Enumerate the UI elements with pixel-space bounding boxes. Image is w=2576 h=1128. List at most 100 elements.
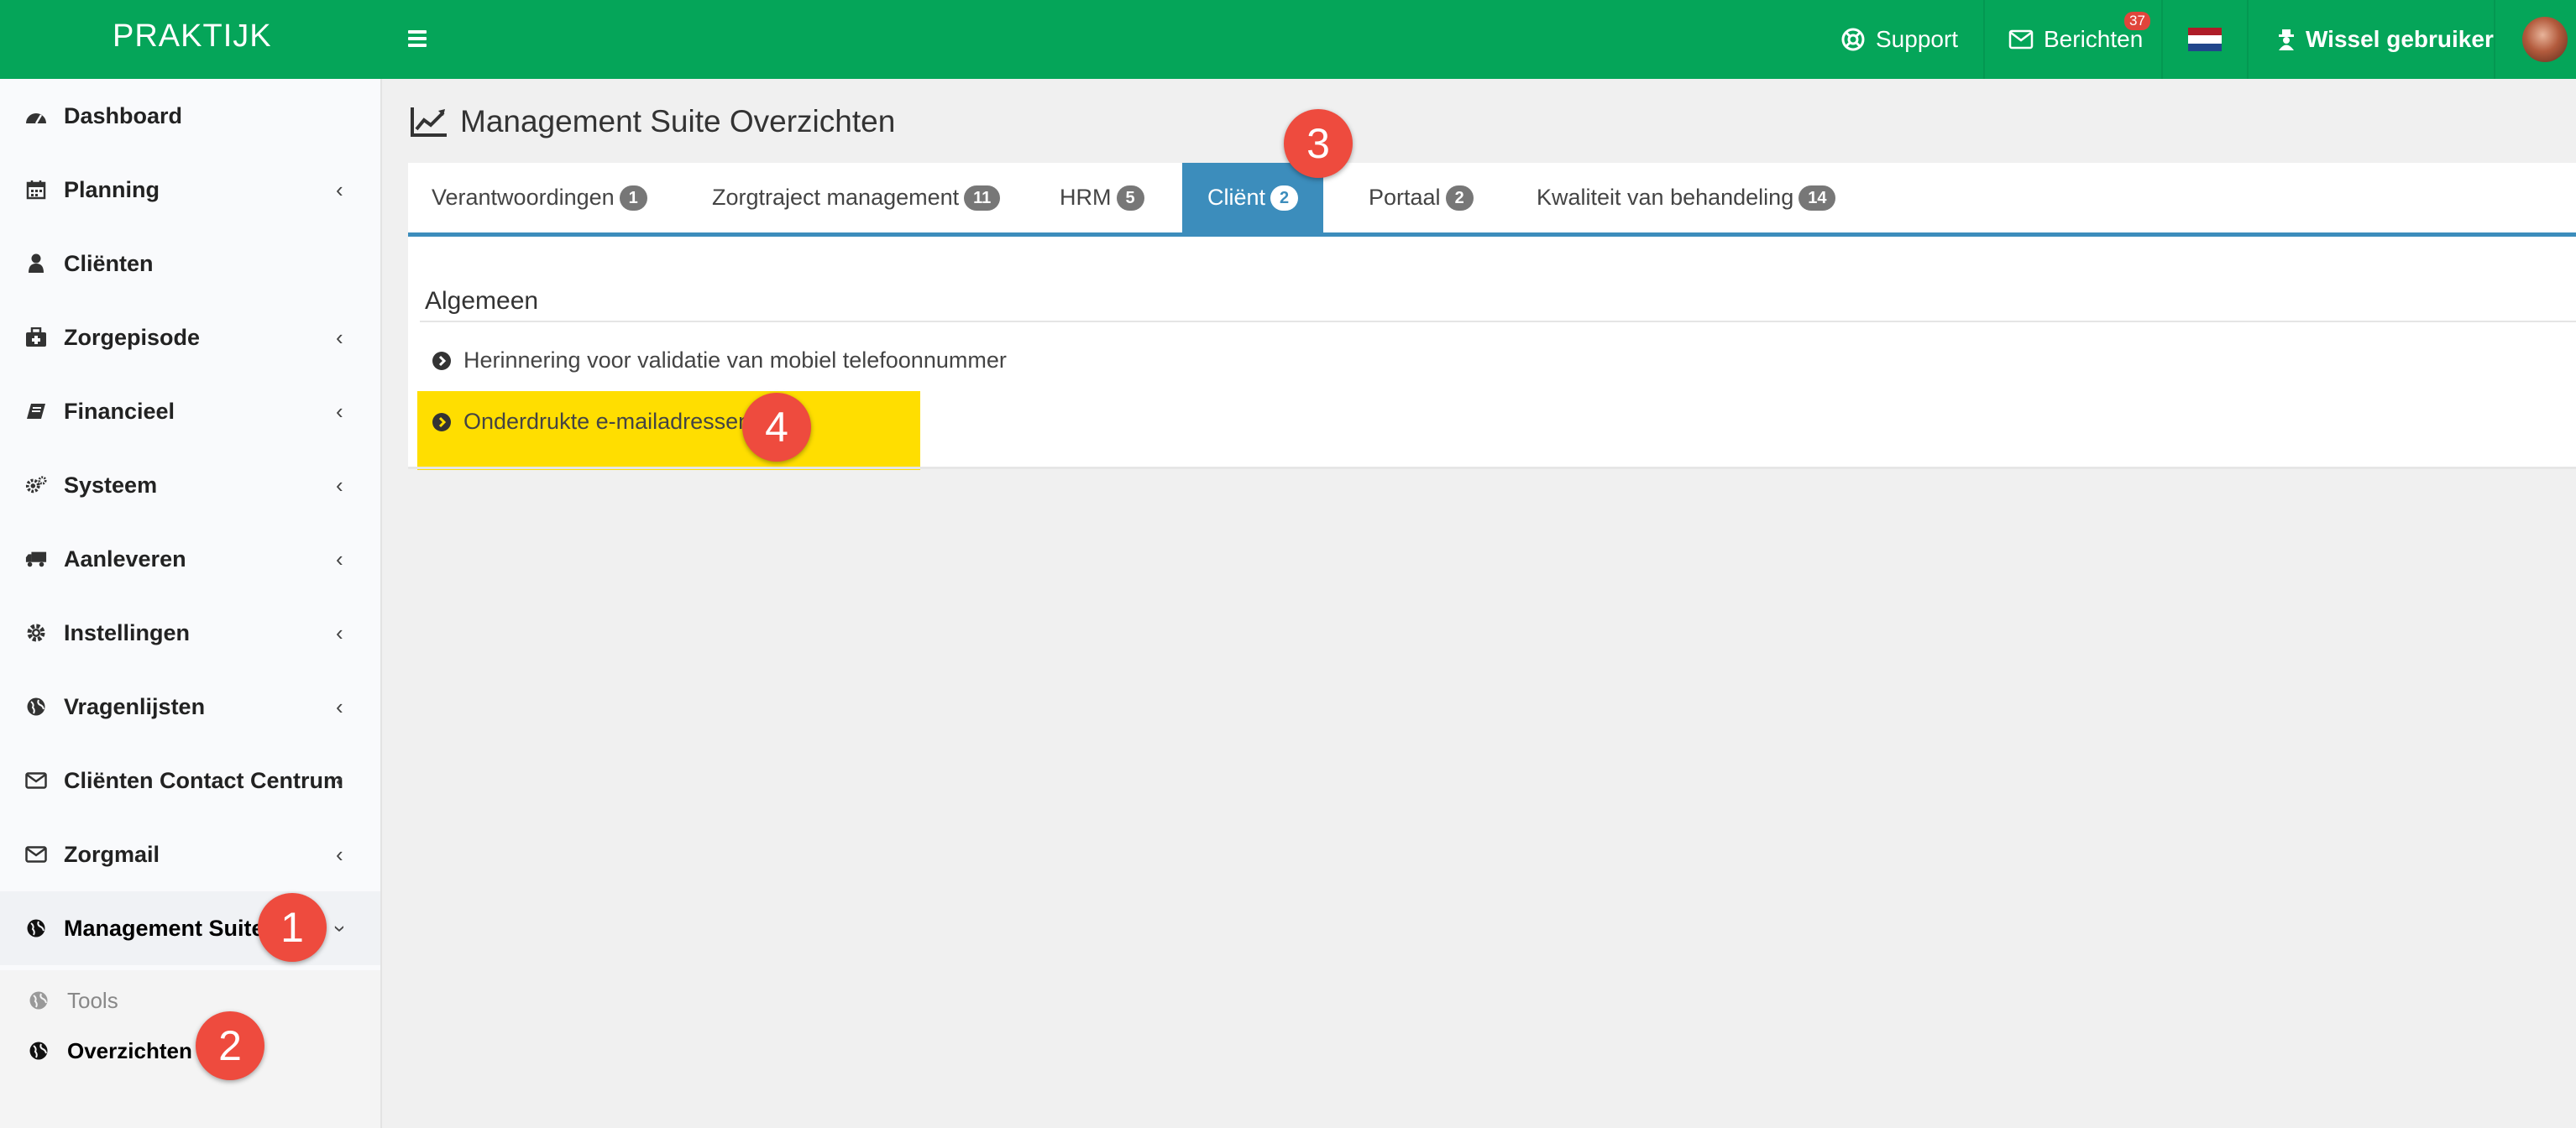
sidebar-item-label: Zorgmail	[64, 841, 160, 867]
sidebar-item-label: Vragenlijsten	[64, 693, 206, 719]
globe-icon	[28, 1040, 50, 1062]
user-icon	[25, 253, 47, 274]
step-marker-2: 2	[196, 1011, 264, 1080]
chevron-left-icon: ‹	[336, 767, 343, 793]
envelope-icon	[25, 843, 47, 865]
book-icon	[25, 400, 47, 422]
link-label: Herinnering voor validatie van mobiel te…	[463, 347, 1007, 373]
sidebar-item-zorgepisode[interactable]: Zorgepisode ‹	[0, 300, 380, 374]
step-marker-1: 1	[258, 893, 327, 962]
dashboard-icon	[25, 105, 47, 127]
sidebar-subitem-label: Overzichten	[67, 1037, 192, 1063]
chevron-left-icon: ‹	[336, 324, 343, 350]
chevron-left-icon: ‹	[336, 619, 343, 645]
sidebar-item-label: Instellingen	[64, 619, 191, 645]
sidebar: Dashboard Planning ‹ Cliënten Zorgepisod…	[0, 79, 382, 1128]
gear-icon	[25, 622, 47, 644]
sidebar-item-financieel[interactable]: Financieel ‹	[0, 374, 380, 448]
chevron-down-icon: ‹	[324, 924, 350, 932]
sidebar-item-instellingen[interactable]: Instellingen ‹	[0, 596, 380, 670]
tab-label: Kwaliteit van behandeling	[1537, 185, 1794, 210]
messages-count-badge: 37	[2124, 12, 2150, 30]
tab-portaal[interactable]: Portaal 2	[1345, 163, 1497, 232]
sidebar-item-label: Financieel	[64, 398, 175, 424]
switch-user-link[interactable]: Wissel gebruiker	[2277, 0, 2494, 79]
link-suppressed-email-addresses[interactable]: Onderdrukte e-mailadressen	[432, 409, 751, 435]
switch-user-label: Wissel gebruiker	[2306, 26, 2494, 52]
sidebar-subitem-tools[interactable]: Tools	[0, 975, 380, 1026]
sidebar-item-label: Dashboard	[64, 102, 183, 128]
envelope-icon	[25, 770, 47, 791]
envelope-icon	[2008, 29, 2034, 50]
tab-zorgtraject-management[interactable]: Zorgtraject management 11	[689, 163, 1024, 232]
divider	[2247, 0, 2249, 79]
messages-link[interactable]: Berichten	[2008, 0, 2143, 79]
sidebar-item-label: Aanleveren	[64, 546, 186, 572]
language-flag[interactable]	[2188, 0, 2222, 79]
medkit-icon	[25, 326, 47, 348]
chevron-left-icon: ‹	[336, 693, 343, 719]
page-title-text: Management Suite Overzichten	[460, 104, 896, 138]
globe-icon	[25, 917, 47, 939]
tab-count-badge: 11	[964, 185, 1001, 211]
tab-hrm[interactable]: HRM 5	[1036, 163, 1168, 232]
link-label: Onderdrukte e-mailadressen	[463, 409, 751, 434]
sidebar-item-dashboard[interactable]: Dashboard	[0, 79, 380, 153]
messages-label: Berichten	[2044, 26, 2144, 52]
divider	[2161, 0, 2163, 79]
calendar-icon	[25, 179, 47, 201]
chevron-left-icon: ‹	[336, 176, 343, 202]
chevron-left-icon: ‹	[336, 546, 343, 572]
page-title: Management Suite Overzichten	[410, 104, 895, 139]
sidebar-subitem-overzichten[interactable]: Overzichten	[0, 1026, 380, 1076]
step-marker-4: 4	[742, 393, 811, 462]
sidebar-item-clienten-contact-centrum[interactable]: Cliënten Contact Centrum ‹	[0, 744, 380, 817]
sidebar-item-systeem[interactable]: Systeem ‹	[0, 448, 380, 522]
sidebar-subitem-label: Tools	[67, 987, 118, 1013]
link-mobile-validation-reminder[interactable]: Herinnering voor validatie van mobiel te…	[432, 347, 1007, 373]
tab-count-badge: 2	[1270, 185, 1299, 211]
chevron-circle-right-icon	[432, 351, 451, 370]
globe-icon	[25, 696, 47, 718]
divider	[408, 467, 2576, 469]
chevron-circle-right-icon	[432, 412, 451, 431]
sidebar-item-label: Management Suite	[64, 915, 264, 941]
sidebar-item-label: Systeem	[64, 472, 158, 498]
sidebar-item-vragenlijsten[interactable]: Vragenlijsten ‹	[0, 670, 380, 744]
user-avatar[interactable]	[2522, 17, 2568, 62]
tab-label: HRM	[1060, 185, 1112, 210]
support-link[interactable]: Support	[1840, 0, 1958, 79]
tab-label: Zorgtraject management	[712, 185, 960, 210]
tab-count-badge: 2	[1445, 185, 1474, 211]
tab-kwaliteit-van-behandeling[interactable]: Kwaliteit van behandeling 14	[1513, 163, 1859, 232]
chevron-left-icon: ‹	[336, 398, 343, 424]
globe-icon	[28, 990, 50, 1011]
sidebar-item-clienten[interactable]: Cliënten	[0, 227, 380, 300]
tab-count-badge: 14	[1798, 185, 1836, 211]
hamburger-menu-icon[interactable]	[403, 22, 432, 55]
divider	[420, 321, 2576, 322]
step-marker-3: 3	[1284, 109, 1353, 178]
sidebar-item-zorgmail[interactable]: Zorgmail ‹	[0, 817, 380, 891]
chevron-left-icon: ‹	[336, 472, 343, 498]
netherlands-flag-icon	[2188, 28, 2222, 51]
top-navbar: PRAKTIJK Support Berichten 37 Wissel geb…	[0, 0, 2576, 79]
section-title: Algemeen	[425, 287, 539, 315]
brand-logo[interactable]: PRAKTIJK	[113, 18, 272, 55]
divider	[1983, 0, 1985, 79]
sidebar-item-label: Cliënten	[64, 250, 154, 276]
tab-label: Portaal	[1369, 185, 1441, 210]
tab-count-badge: 1	[619, 185, 647, 211]
sidebar-item-label: Zorgepisode	[64, 324, 201, 350]
user-secret-icon	[2279, 29, 2294, 50]
tab-verantwoordingen[interactable]: Verantwoordingen 1	[408, 163, 671, 232]
tab-strip: Verantwoordingen 1 Zorgtraject managemen…	[408, 163, 2576, 237]
sidebar-item-planning[interactable]: Planning ‹	[0, 153, 380, 227]
tab-label: Cliënt	[1207, 185, 1266, 210]
sidebar-submenu: Tools Overzichten	[0, 970, 380, 1128]
truck-icon	[25, 548, 47, 570]
line-chart-icon	[411, 107, 447, 137]
sidebar-item-label: Cliënten Contact Centrum	[64, 767, 344, 793]
sidebar-item-aanleveren[interactable]: Aanleveren ‹	[0, 522, 380, 596]
tab-count-badge: 5	[1116, 185, 1144, 211]
